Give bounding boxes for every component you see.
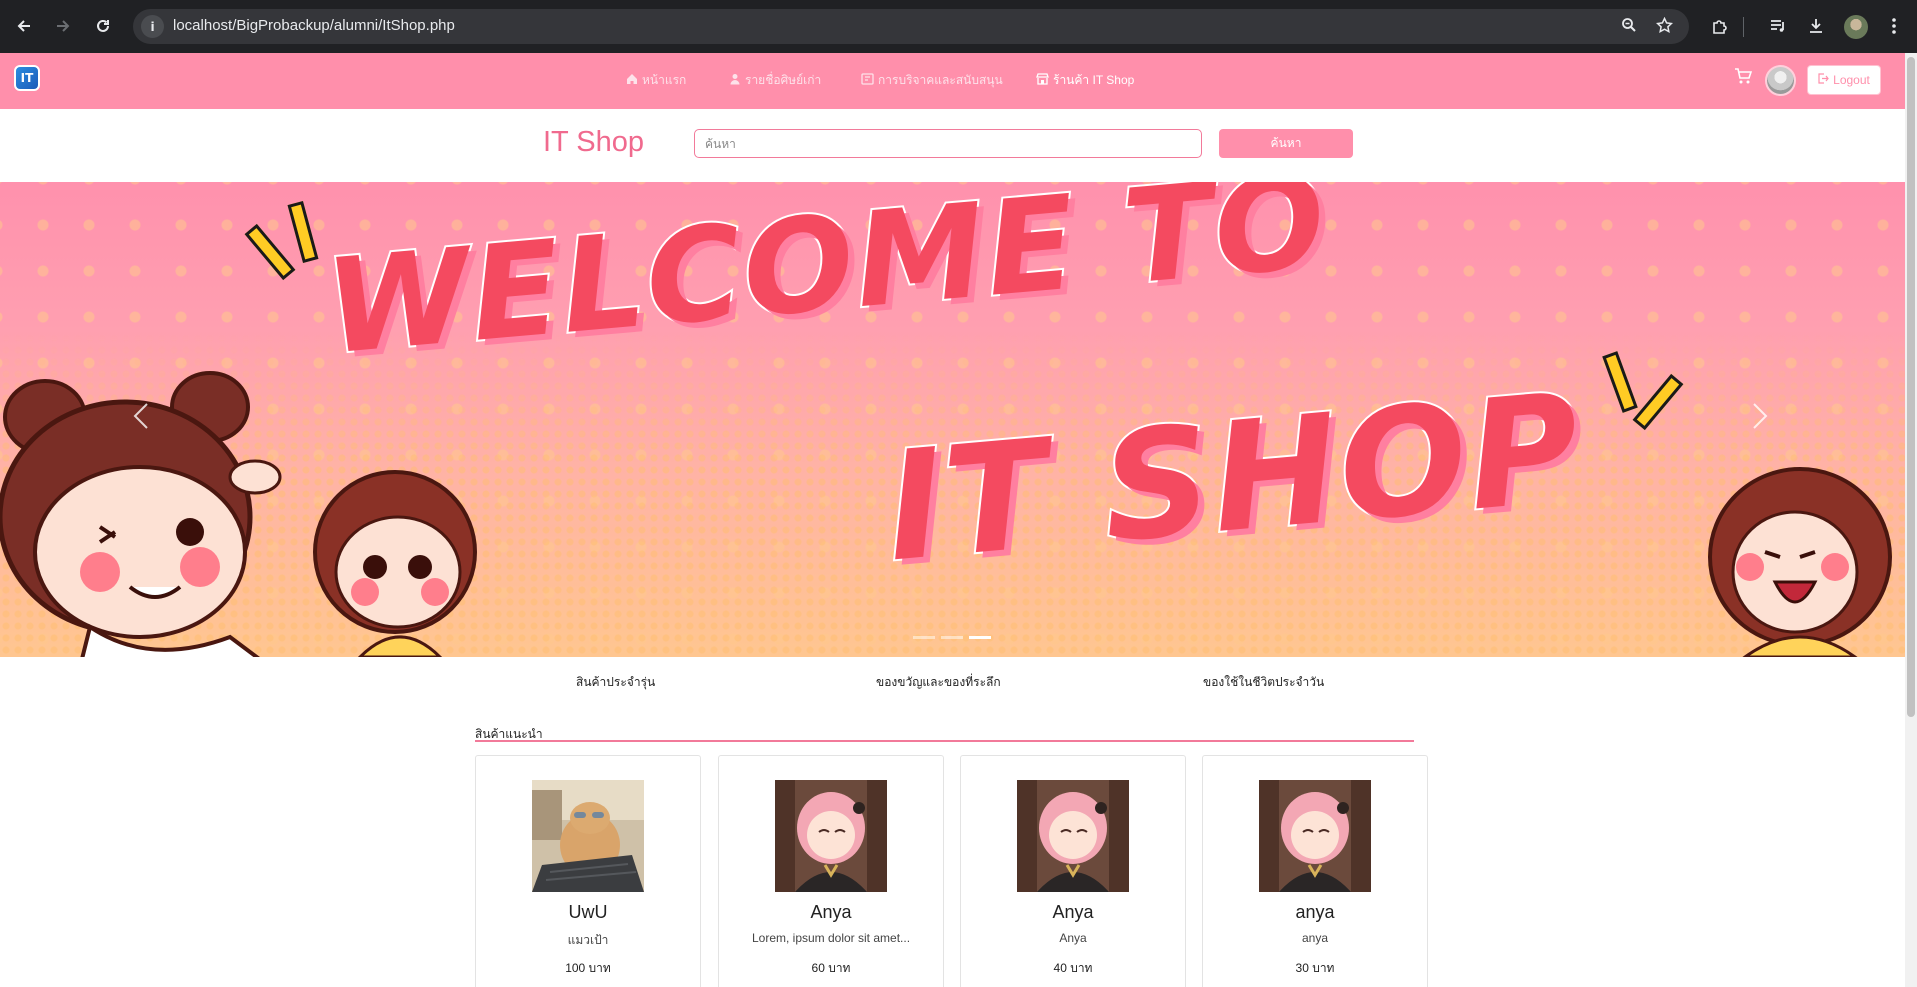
product-image-anya (775, 780, 887, 892)
zoom-icon[interactable] (1621, 17, 1637, 37)
product-description: Lorem, ipsum dolor sit amet... (751, 931, 911, 945)
recommended-divider (475, 740, 1414, 742)
product-card[interactable]: Anya Lorem, ipsum dolor sit amet... 60 บ… (718, 755, 944, 987)
carousel-indicator[interactable] (913, 636, 935, 639)
product-name: UwU (568, 902, 608, 922)
profile-avatar[interactable] (1844, 15, 1868, 39)
product-price: 30 บาท (1295, 961, 1335, 975)
carousel-indicator[interactable] (941, 636, 963, 639)
product-image-cat (532, 780, 644, 892)
nav-donation[interactable]: การบริจาคและสนับสนุน (861, 71, 1003, 90)
banner-carousel: WELCOME TO IT SHOP (0, 182, 1905, 657)
carousel-next-icon[interactable] (1752, 402, 1768, 438)
forward-icon[interactable] (48, 11, 78, 41)
nav-home-label: หน้าแรก (642, 73, 687, 87)
product-description: Anya (1059, 931, 1087, 945)
carousel-prev-icon[interactable] (133, 402, 149, 438)
donate-icon (861, 73, 874, 88)
nav-it-shop-label: ร้านค้า IT Shop (1053, 73, 1135, 87)
product-card[interactable]: anya anya 30 บาท (1202, 755, 1428, 987)
product-image-anya (1259, 780, 1371, 892)
category-gifts-souvenirs[interactable]: ของขวัญและของที่ระลึก (876, 673, 1001, 692)
category-daily-use[interactable]: ของใช้ในชีวิตประจำวัน (1203, 673, 1324, 692)
page-scrollbar[interactable] (1905, 53, 1917, 987)
downloads-icon[interactable] (1803, 13, 1829, 39)
product-price: 100 บาท (565, 961, 611, 975)
logout-label: Logout (1833, 73, 1870, 87)
carousel-indicators (913, 636, 991, 639)
search-button[interactable]: ค้นหา (1219, 129, 1353, 158)
user-avatar[interactable] (1765, 65, 1796, 96)
product-name: Anya (1052, 902, 1094, 922)
logout-icon (1818, 73, 1829, 87)
shop-search-bar: IT Shop ค้นหา (0, 109, 1905, 182)
media-controls-icon[interactable] (1765, 13, 1791, 39)
logout-button[interactable]: Logout (1807, 65, 1881, 95)
nav-alumni-list-label: รายชื่อศิษย์เก่า (745, 73, 822, 87)
user-icon (729, 73, 741, 88)
search-input[interactable] (694, 129, 1202, 158)
address-bar[interactable]: i localhost/BigProbackup/alumni/ItShop.p… (133, 9, 1689, 44)
site-logo[interactable]: IT (14, 65, 40, 91)
nav-it-shop[interactable]: ร้านค้า IT Shop (1036, 71, 1134, 90)
nav-donation-label: การบริจาคและสนับสนุน (878, 73, 1003, 87)
url-text: localhost/BigProbackup/alumni/ItShop.php (173, 17, 455, 34)
nav-home[interactable]: หน้าแรก (626, 71, 686, 90)
product-price: 40 บาท (1053, 961, 1093, 975)
extensions-icon[interactable] (1707, 13, 1733, 39)
home-icon (626, 73, 638, 88)
bookmark-star-icon[interactable] (1655, 16, 1674, 38)
cartoon-girl-right (1708, 467, 1892, 657)
cart-icon[interactable] (1734, 68, 1753, 90)
product-description: แมวเป้า (567, 933, 609, 947)
cartoon-girl-left (0, 371, 282, 657)
carousel-indicator-active[interactable] (969, 636, 991, 639)
site-info-icon[interactable]: i (141, 15, 164, 38)
toolbar-divider (1743, 17, 1744, 37)
nav-alumni-list[interactable]: รายชื่อศิษย์เก่า (729, 71, 821, 90)
product-description: anya (1301, 931, 1329, 945)
product-card[interactable]: Anya Anya 40 บาท (960, 755, 1186, 987)
product-image-anya (1017, 780, 1129, 892)
menu-kebab-icon[interactable] (1881, 13, 1907, 39)
scrollbar-thumb[interactable] (1907, 57, 1915, 717)
product-name: Anya (810, 902, 852, 922)
product-name: anya (1295, 902, 1335, 922)
category-class-merch[interactable]: สินค้าประจำรุ่น (576, 673, 655, 692)
site-navbar: IT หน้าแรก รายชื่อศิษย์เก่า การบริจาคและ… (0, 53, 1905, 109)
shop-title: IT Shop (543, 126, 645, 158)
cartoon-girl-middle (313, 470, 477, 657)
shop-icon (1036, 73, 1049, 88)
reload-icon[interactable] (88, 11, 118, 41)
product-price: 60 บาท (811, 961, 851, 975)
back-icon[interactable] (9, 11, 39, 41)
product-card[interactable]: UwU แมวเป้า 100 บาท (475, 755, 701, 987)
browser-toolbar: i localhost/BigProbackup/alumni/ItShop.p… (0, 0, 1917, 53)
